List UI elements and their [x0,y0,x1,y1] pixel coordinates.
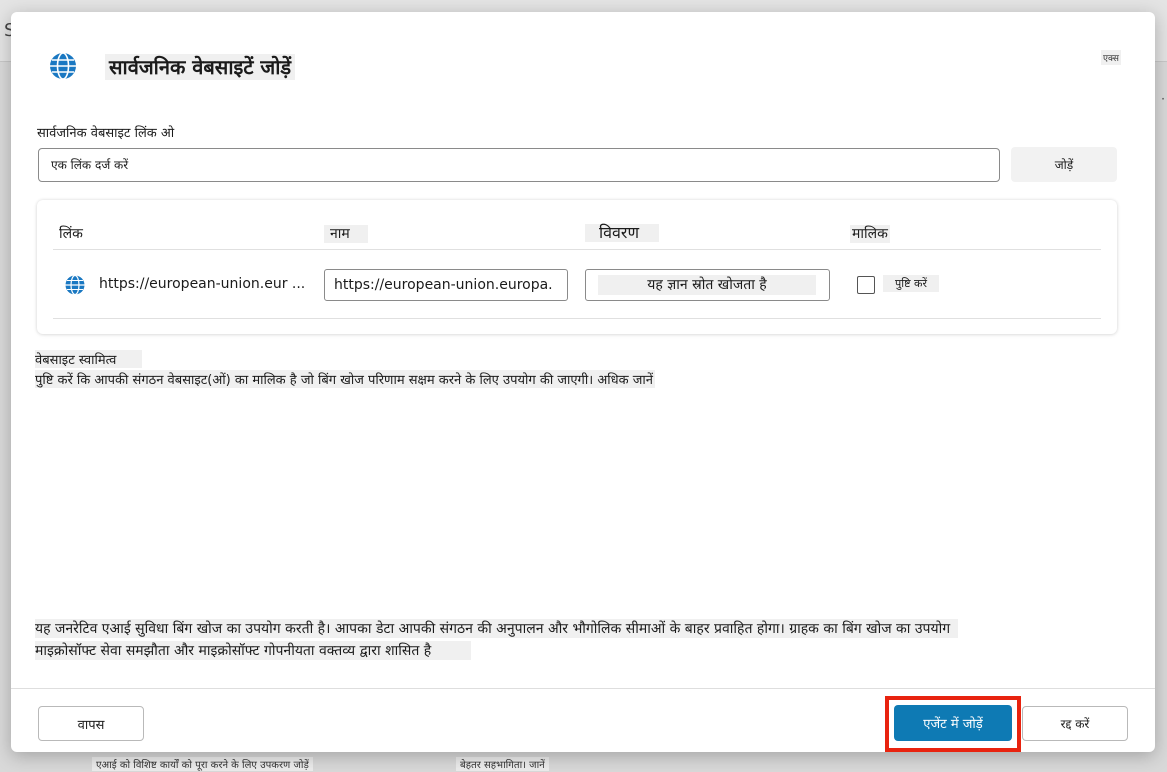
background-ellipsis: · [1161,92,1165,106]
column-header-owner: मालिक [850,225,890,243]
column-header-link: लिंक [59,226,83,242]
globe-icon [65,274,85,296]
globe-icon [49,52,77,80]
footer-divider [11,688,1155,689]
background-footer-right: बेहतर सहभागिता। जानें [456,757,549,771]
website-link-input[interactable] [38,148,1000,182]
disclaimer-line-1: यह जनरेटिव एआई सुविधा बिंग खोज का उपयोग … [35,619,959,638]
add-public-websites-dialog: सार्वजनिक वेबसाइटें जोड़ें एक्स सार्वजनि… [11,12,1155,752]
cancel-button[interactable]: रद्द करें [1022,706,1128,741]
add-to-agent-button[interactable]: एजेंट में जोड़ें [894,705,1012,741]
ownership-description: पुष्टि करें कि आपकी संगठन वेबसाइट(ओं) का… [35,370,655,388]
column-header-description: विवरण [585,224,660,242]
owner-confirm-checkbox[interactable] [857,276,875,294]
close-button[interactable]: एक्स [1101,50,1121,65]
dialog-title: सार्वजनिक वेबसाइटें जोड़ें [105,54,296,80]
link-section-label: सार्वजनिक वेबसाइट लिंक ओ [37,126,175,141]
row-description-input[interactable]: यह ज्ञान स्रोत खोजता है [585,269,830,301]
row-divider [53,318,1101,319]
learn-more-link[interactable]: अधिक जानें [597,373,653,388]
disclaimer-line-2: माइक्रोसॉफ्ट सेवा समझौता और माइक्रोसॉफ्ट… [35,641,472,660]
add-link-button[interactable]: जोड़ें [1011,147,1117,182]
websites-table: लिंक नाम विवरण मालिक https://european-un… [37,200,1117,334]
row-description-text: यह ज्ञान स्रोत खोजता है [598,275,816,295]
background-footer-left: एआई को विशिष्ट कार्यों को पूरा करने के ल… [92,757,313,771]
ownership-title: वेबसाइट स्वामित्व [35,350,143,368]
column-header-name: नाम [324,225,368,243]
header-divider [53,249,1101,250]
row-name-input[interactable] [324,269,568,301]
row-link-url: https://european-union.eur ... [99,276,306,292]
back-button[interactable]: वापस [38,706,144,741]
owner-confirm-label: पुष्टि करें [883,275,939,292]
ownership-description-text: पुष्टि करें कि आपकी संगठन वेबसाइट(ओं) का… [35,373,594,388]
